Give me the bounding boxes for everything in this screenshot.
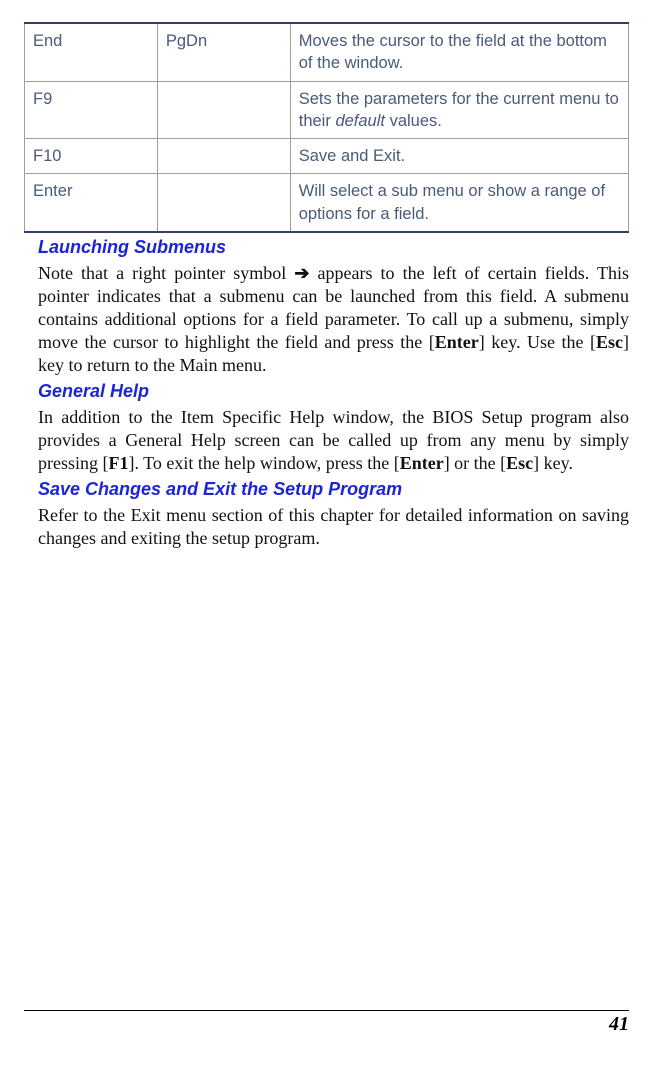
page-number: 41 xyxy=(609,1013,629,1035)
section-title-general: General Help xyxy=(38,381,629,402)
page-footer: 41 xyxy=(24,1010,629,1036)
alt-cell xyxy=(157,139,290,174)
section-title-save: Save Changes and Exit the Setup Program xyxy=(38,479,629,500)
desc-text: values. xyxy=(385,112,442,130)
key-cell: Enter xyxy=(25,174,158,232)
table-row: End PgDn Moves the cursor to the field a… xyxy=(25,23,629,81)
text: Note that a right pointer symbol xyxy=(38,263,294,283)
desc-italic: default xyxy=(335,112,385,130)
desc-cell: Moves the cursor to the field at the bot… xyxy=(290,23,628,81)
desc-cell: Will select a sub menu or show a range o… xyxy=(290,174,628,232)
desc-cell: Sets the parameters for the current menu… xyxy=(290,81,628,139)
paragraph-general: In addition to the Item Specific Help wi… xyxy=(38,406,629,475)
key-cell: F10 xyxy=(25,139,158,174)
key-label: Enter xyxy=(400,453,444,473)
table-row: F10 Save and Exit. xyxy=(25,139,629,174)
text: ] or the [ xyxy=(444,453,506,473)
alt-cell xyxy=(157,174,290,232)
text: ] key. Use the [ xyxy=(479,332,596,352)
desc-cell: Save and Exit. xyxy=(290,139,628,174)
paragraph-save: Refer to the Exit menu section of this c… xyxy=(38,504,629,550)
paragraph-launching: Note that a right pointer symbol ➔ appea… xyxy=(38,262,629,377)
key-cell: F9 xyxy=(25,81,158,139)
text: ] key. xyxy=(533,453,573,473)
key-label: Enter xyxy=(435,332,479,352)
key-cell: End xyxy=(25,23,158,81)
key-label: Esc xyxy=(506,453,533,473)
key-table: End PgDn Moves the cursor to the field a… xyxy=(24,22,629,233)
page-container: End PgDn Moves the cursor to the field a… xyxy=(0,22,653,1060)
section-title-launching: Launching Submenus xyxy=(38,237,629,258)
alt-cell xyxy=(157,81,290,139)
key-label: Esc xyxy=(596,332,623,352)
alt-cell: PgDn xyxy=(157,23,290,81)
table-row: F9 Sets the parameters for the current m… xyxy=(25,81,629,139)
table-row: Enter Will select a sub menu or show a r… xyxy=(25,174,629,232)
arrow-icon: ➔ xyxy=(294,263,309,283)
key-label: F1 xyxy=(109,453,129,473)
text: ]. To exit the help window, press the [ xyxy=(129,453,400,473)
